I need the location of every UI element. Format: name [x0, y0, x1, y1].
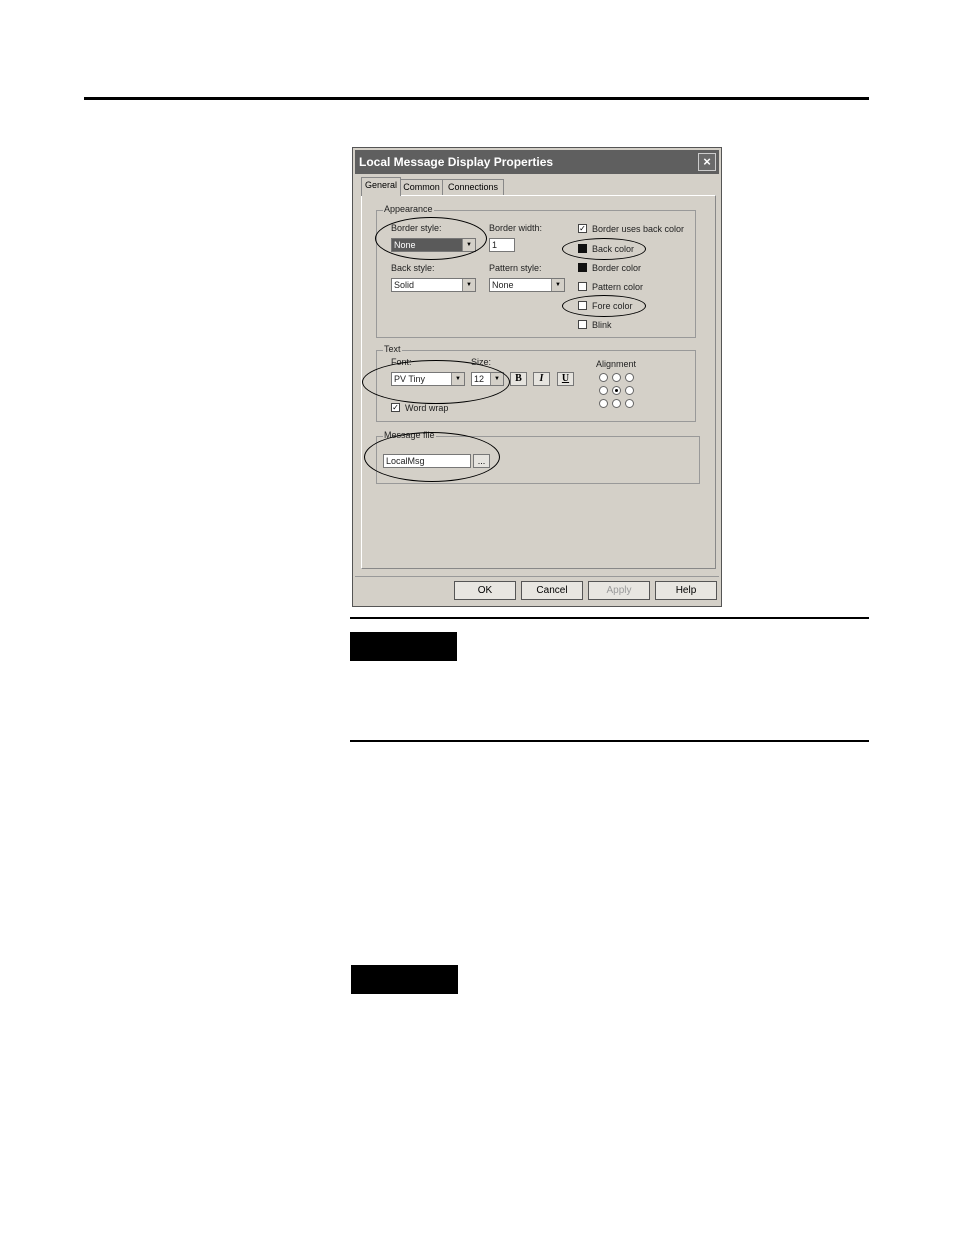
word-wrap-checkbox[interactable]: ✓: [391, 403, 400, 412]
label-bar-2: [351, 965, 458, 994]
tab-general[interactable]: General: [361, 177, 401, 196]
pattern-style-label: Pattern style:: [489, 263, 542, 273]
back-color-highlight: [562, 238, 646, 260]
chevron-down-icon[interactable]: ▼: [462, 279, 475, 291]
dialog-titlebar: Local Message Display Properties ×: [355, 150, 719, 174]
back-style-value: Solid: [394, 280, 415, 290]
border-uses-back-color-label: Border uses back color: [592, 224, 685, 234]
border-style-highlight: [375, 217, 487, 260]
label-bar-1: [350, 632, 457, 661]
blink-label: Blink: [592, 320, 612, 330]
underline-button[interactable]: U: [557, 372, 574, 386]
text-group-label: Text: [383, 344, 402, 354]
appearance-label: Appearance: [383, 204, 434, 214]
pattern-color-label: Pattern color: [592, 282, 644, 292]
tab-connections[interactable]: Connections: [442, 179, 504, 195]
back-style-label: Back style:: [391, 263, 435, 273]
align-middle-center-radio[interactable]: [612, 386, 621, 395]
dialog-title: Local Message Display Properties: [359, 155, 554, 169]
align-middle-right-radio[interactable]: [625, 386, 634, 395]
blink-checkbox[interactable]: [578, 320, 587, 329]
border-width-label: Border width:: [489, 223, 543, 233]
font-size-highlight: [362, 360, 510, 404]
align-top-right-radio[interactable]: [625, 373, 634, 382]
back-style-select[interactable]: Solid ▼: [391, 278, 476, 292]
button-separator: [355, 576, 719, 577]
fore-color-highlight: [562, 295, 646, 317]
align-top-center-radio[interactable]: [612, 373, 621, 382]
chevron-down-icon[interactable]: ▼: [551, 279, 564, 291]
alignment-label: Alignment: [596, 359, 637, 369]
italic-button[interactable]: I: [533, 372, 550, 386]
apply-button[interactable]: Apply: [588, 581, 650, 600]
align-middle-left-radio[interactable]: [599, 386, 608, 395]
properties-dialog: Local Message Display Properties × Gener…: [352, 147, 722, 607]
message-file-highlight: [364, 432, 500, 482]
align-bottom-left-radio[interactable]: [599, 399, 608, 408]
ok-button[interactable]: OK: [454, 581, 516, 600]
callout-bottom-rule: [350, 740, 869, 742]
help-button[interactable]: Help: [655, 581, 717, 600]
bold-button[interactable]: B: [510, 372, 527, 386]
pattern-color-swatch[interactable]: [578, 282, 587, 291]
align-bottom-center-radio[interactable]: [612, 399, 621, 408]
border-color-swatch[interactable]: [578, 263, 587, 272]
align-top-left-radio[interactable]: [599, 373, 608, 382]
figure-bottom-rule: [350, 617, 869, 619]
border-width-input[interactable]: 1: [489, 238, 515, 252]
tab-common[interactable]: Common: [400, 179, 443, 195]
border-uses-back-color-checkbox[interactable]: ✓: [578, 224, 587, 233]
align-bottom-right-radio[interactable]: [625, 399, 634, 408]
pattern-style-value: None: [492, 280, 514, 290]
word-wrap-label: Word wrap: [405, 403, 449, 413]
pattern-style-select[interactable]: None ▼: [489, 278, 565, 292]
general-panel: Appearance Border style: None ▼ Border w…: [361, 195, 716, 569]
top-rule: [84, 97, 869, 100]
close-icon[interactable]: ×: [698, 153, 716, 171]
cancel-button[interactable]: Cancel: [521, 581, 583, 600]
border-color-label: Border color: [592, 263, 642, 273]
